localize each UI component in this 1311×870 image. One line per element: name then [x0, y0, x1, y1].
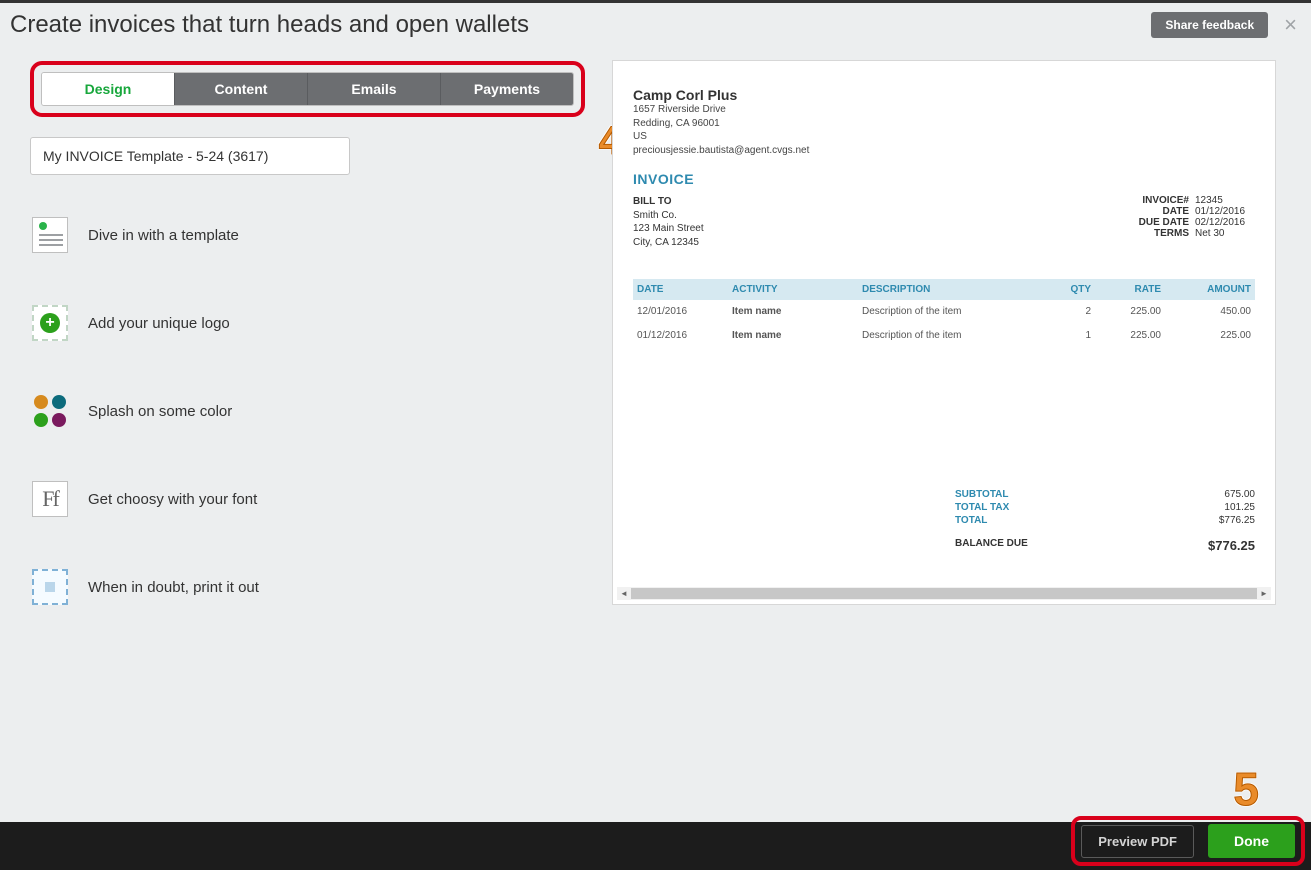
option-logo[interactable]: + Add your unique logo: [30, 303, 585, 343]
tab-bar: Design Content Emails Payments: [41, 72, 574, 106]
company-address: 1657 Riverside Drive Redding, CA 96001 U…: [633, 103, 1255, 157]
palette-icon: [30, 391, 70, 431]
step-annotation-5: 5: [1233, 762, 1259, 816]
scroll-right-icon[interactable]: ►: [1257, 587, 1271, 600]
plus-circle-icon: +: [30, 303, 70, 343]
option-color-label: Splash on some color: [88, 403, 232, 420]
footer-highlight-annotation: Preview PDF Done: [1071, 816, 1305, 866]
option-font[interactable]: Ff Get choosy with your font: [30, 479, 585, 519]
option-color[interactable]: Splash on some color: [30, 391, 585, 431]
invoice-preview: Camp Corl Plus 1657 Riverside Drive Redd…: [613, 61, 1275, 604]
tab-content[interactable]: Content: [175, 73, 308, 105]
page-title: Create invoices that turn heads and open…: [10, 11, 529, 39]
invoice-totals: SUBTOTAL675.00 TOTAL TAX101.25 TOTAL$776…: [955, 488, 1255, 554]
table-row: 12/01/2016 Item name Description of the …: [633, 300, 1255, 324]
tab-design[interactable]: Design: [42, 73, 175, 105]
option-logo-label: Add your unique logo: [88, 315, 230, 332]
print-layout-icon: [30, 567, 70, 607]
invoice-line-table: DATE ACTIVITY DESCRIPTION QTY RATE AMOUN…: [633, 279, 1255, 348]
invoice-title: INVOICE: [633, 171, 1255, 187]
company-name: Camp Corl Plus: [633, 87, 1255, 103]
option-template-label: Dive in with a template: [88, 227, 239, 244]
done-button[interactable]: Done: [1208, 824, 1295, 858]
preview-pdf-button[interactable]: Preview PDF: [1081, 825, 1194, 858]
bill-to-block: BILL TO Smith Co. 123 Main Street City, …: [633, 195, 704, 249]
tab-payments[interactable]: Payments: [441, 73, 573, 105]
option-print[interactable]: When in doubt, print it out: [30, 567, 585, 607]
table-row: 01/12/2016 Item name Description of the …: [633, 324, 1255, 348]
option-template[interactable]: Dive in with a template: [30, 215, 585, 255]
share-feedback-button[interactable]: Share feedback: [1151, 12, 1268, 38]
close-icon[interactable]: ×: [1280, 12, 1301, 38]
footer-bar: Preview PDF Done: [0, 822, 1311, 870]
scroll-left-icon[interactable]: ◄: [617, 587, 631, 600]
tab-highlight-annotation: Design Content Emails Payments: [30, 61, 585, 117]
template-name-input[interactable]: [30, 137, 350, 175]
option-print-label: When in doubt, print it out: [88, 579, 259, 596]
preview-horizontal-scrollbar[interactable]: ◄ ►: [617, 587, 1271, 600]
template-icon: [30, 215, 70, 255]
tab-emails[interactable]: Emails: [308, 73, 441, 105]
font-icon: Ff: [30, 479, 70, 519]
invoice-meta: INVOICE#12345 DATE01/12/2016 DUE DATE02/…: [1139, 195, 1255, 249]
option-font-label: Get choosy with your font: [88, 491, 257, 508]
